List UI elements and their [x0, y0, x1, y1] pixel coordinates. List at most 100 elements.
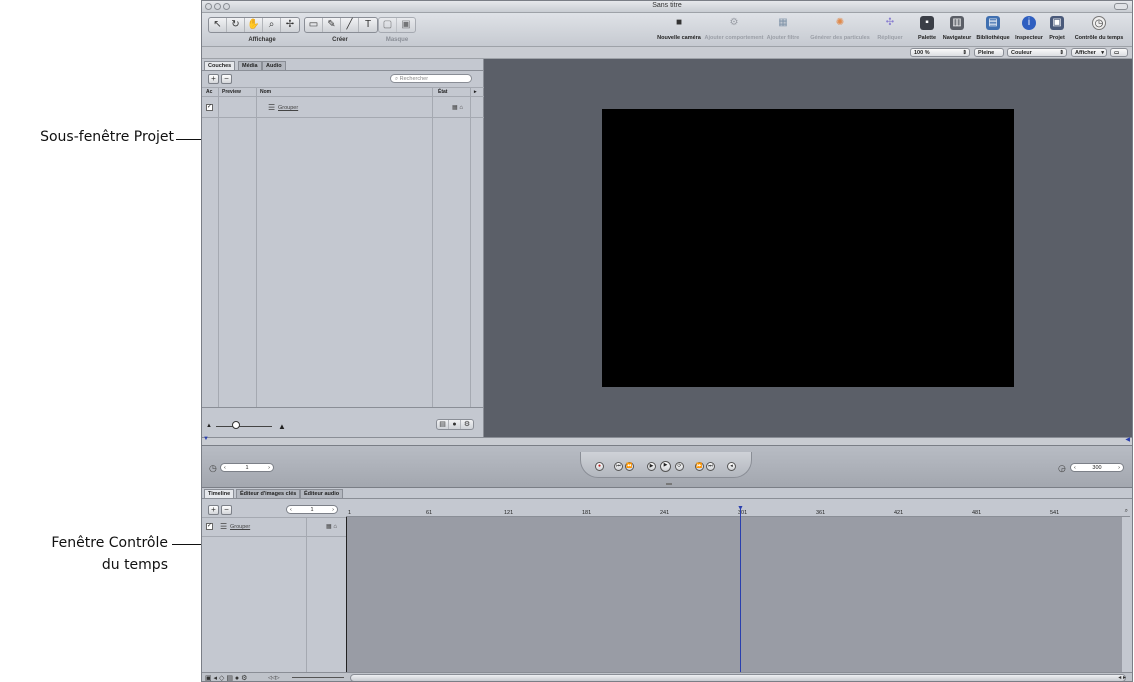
zoom-popup[interactable]: 100 % ⇕ — [910, 48, 970, 57]
col-state[interactable]: État — [438, 89, 447, 95]
channels-popup[interactable]: Couleur ⇕ — [1007, 48, 1067, 57]
view-menu-popup[interactable]: Afficher ▾ — [1071, 48, 1107, 57]
thumb-size-slider[interactable] — [216, 426, 272, 427]
bezier-tool-icon[interactable]: ✎ — [323, 18, 341, 32]
arrow-right-icon[interactable]: › — [268, 464, 270, 472]
tab-audio[interactable]: Audio — [262, 61, 286, 70]
audio-button[interactable]: ◂ — [727, 462, 736, 471]
record-button[interactable]: ● — [595, 462, 604, 471]
arrow-left-icon[interactable]: ‹ — [290, 506, 292, 514]
rectangle-tool-icon[interactable]: ▭ — [305, 18, 323, 32]
layout-popup[interactable]: ▭ — [1110, 48, 1128, 57]
start-frame-field[interactable]: ‹ 1 › — [220, 463, 274, 472]
add-behavior-button[interactable]: ⚙ Ajouter comportement — [704, 16, 764, 41]
remove-track-button[interactable]: − — [221, 505, 232, 515]
play-button-small[interactable]: ▶ — [647, 462, 656, 471]
bezier-mask-icon[interactable]: ▣ — [397, 18, 415, 32]
tab-timeline[interactable]: Timeline — [204, 489, 235, 498]
ruler-mark: 481 — [972, 510, 982, 516]
add-layer-button[interactable]: + — [208, 74, 219, 84]
layer-state-icon[interactable]: ▦ ⌂ — [452, 104, 463, 111]
canvas-area[interactable] — [484, 59, 1132, 437]
playhead-handle-icon[interactable]: ▼ — [737, 505, 744, 512]
resolution-value: Pleine — [978, 50, 995, 56]
arrow-left-icon[interactable]: ‹ — [224, 464, 226, 472]
new-camera-button[interactable]: ■ Nouvelle caméra — [654, 16, 704, 41]
group-layer-icon: ☰ — [268, 103, 276, 112]
track-view-icons[interactable]: ▣ ◂ ◇ ▤ ● ⚙ — [205, 674, 247, 681]
ruler-mark: 121 — [504, 510, 514, 516]
timeline-track-area[interactable] — [346, 517, 1122, 672]
out-point-icon[interactable]: ◀ — [1125, 436, 1130, 443]
go-to-end-button[interactable]: ⏭ — [706, 462, 715, 471]
select-arrow-icon[interactable]: ↖ — [209, 18, 227, 32]
layer-row[interactable]: ✓ ☰ Grouper ▦ ⌂ — [202, 97, 484, 117]
next-frame-button[interactable]: ⏩ — [695, 462, 704, 471]
layer-active-checkbox[interactable]: ✓ — [206, 104, 213, 111]
resize-handle[interactable] — [666, 483, 672, 485]
layer-name[interactable]: Grouper — [278, 105, 298, 111]
add-filter-button[interactable]: ▦ Ajouter filtre — [764, 16, 802, 41]
transform-3d-icon[interactable]: ✢ — [281, 18, 299, 32]
search-placeholder: Rechercher — [399, 76, 429, 82]
search-field[interactable]: ⌕ Rechercher — [390, 74, 472, 83]
browser-button[interactable]: ▥ Navigateur — [940, 16, 974, 41]
slider-knob[interactable] — [232, 421, 240, 429]
play-button[interactable]: ▶ — [660, 461, 671, 472]
zoom-tool-icon[interactable]: ⌕ — [263, 18, 281, 32]
tab-audio-editor[interactable]: Éditeur audio — [300, 489, 344, 498]
go-to-start-button[interactable]: ⏮ — [614, 462, 623, 471]
scroll-arrows-icon[interactable]: ◂ ▸ — [1118, 674, 1126, 681]
track-active-checkbox[interactable]: ✓ — [206, 523, 213, 530]
zoom-icon[interactable]: ⌕ — [1125, 508, 1128, 515]
previous-frame-button[interactable]: ⏪ — [625, 462, 634, 471]
track-row[interactable]: ✓ ☰ Grouper ▦ ⌂ — [202, 518, 346, 536]
arrow-left-icon[interactable]: ‹ — [1074, 464, 1076, 472]
zoom-slider-small-icon[interactable]: ◁◁▷ — [268, 675, 280, 681]
settings-icon[interactable]: ⚙ — [461, 420, 473, 429]
arrow-right-icon[interactable]: › — [332, 506, 334, 514]
in-point-icon[interactable]: ▼ — [203, 436, 209, 442]
hand-tool-icon[interactable]: ✋ — [245, 18, 263, 32]
paint-stroke-icon[interactable]: ╱ — [341, 18, 359, 32]
end-frame-field[interactable]: ‹ 300 › — [1070, 463, 1124, 472]
playhead[interactable] — [740, 507, 741, 672]
particles-icon: ✺ — [835, 17, 845, 28]
toolbar-toggle-icon[interactable] — [1114, 3, 1128, 10]
loop-button[interactable]: ⟳ — [675, 462, 684, 471]
project-button[interactable]: ▣ Projet — [1046, 16, 1068, 41]
arrow-right-icon[interactable]: › — [1118, 464, 1120, 472]
timeline-scrollbar[interactable] — [350, 674, 1126, 681]
resolution-popup[interactable]: Pleine — [974, 48, 1004, 57]
canvas-timebar[interactable]: ▼ ◀ — [202, 436, 1132, 445]
layers-view-icon[interactable]: ▤ — [437, 420, 449, 429]
tab-media[interactable]: Média — [238, 61, 262, 70]
particles-button[interactable]: ✺ Générer des particules — [805, 16, 875, 41]
timing-button[interactable]: ◷ Contrôle du temps — [1068, 16, 1130, 41]
col-active[interactable]: Ac — [206, 89, 212, 95]
library-button[interactable]: ▤ Bibliothèque — [974, 16, 1012, 41]
canvas-stage[interactable] — [602, 109, 1014, 387]
col-preview[interactable]: Preview — [222, 89, 241, 95]
rect-mask-icon[interactable]: ▢ — [379, 18, 397, 32]
remove-layer-button[interactable]: − — [221, 74, 232, 84]
project-label: Projet — [1049, 35, 1065, 41]
tab-keyframe-editor[interactable]: Éditeur d'images clés — [236, 489, 301, 498]
add-track-button[interactable]: + — [208, 505, 219, 515]
view-tools-group: ↖ ↻ ✋ ⌕ ✢ — [208, 17, 300, 33]
title-bar[interactable]: Sans titre — [202, 1, 1132, 13]
track-state-icon[interactable]: ▦ ⌂ — [326, 523, 337, 530]
record-dot-icon[interactable]: ● — [449, 420, 461, 429]
pan-tool-icon[interactable]: ↻ — [227, 18, 245, 32]
text-tool-icon[interactable]: T — [359, 18, 377, 32]
track-name[interactable]: Grouper — [230, 524, 250, 530]
ruler-mark: 361 — [816, 510, 826, 516]
replicate-button[interactable]: ✣ Répliquer — [875, 16, 905, 41]
col-name[interactable]: Nom — [260, 89, 271, 95]
tab-layers[interactable]: Couches — [204, 61, 236, 70]
palette-button[interactable]: ▪ Palette — [914, 16, 940, 41]
column-menu-arrow-icon[interactable]: ▸ — [474, 89, 477, 95]
inspector-button[interactable]: i Inspecteur — [1012, 16, 1046, 41]
timeline-zoom-slider[interactable] — [292, 677, 344, 678]
current-frame-field[interactable]: ‹ 1 › — [286, 505, 338, 514]
